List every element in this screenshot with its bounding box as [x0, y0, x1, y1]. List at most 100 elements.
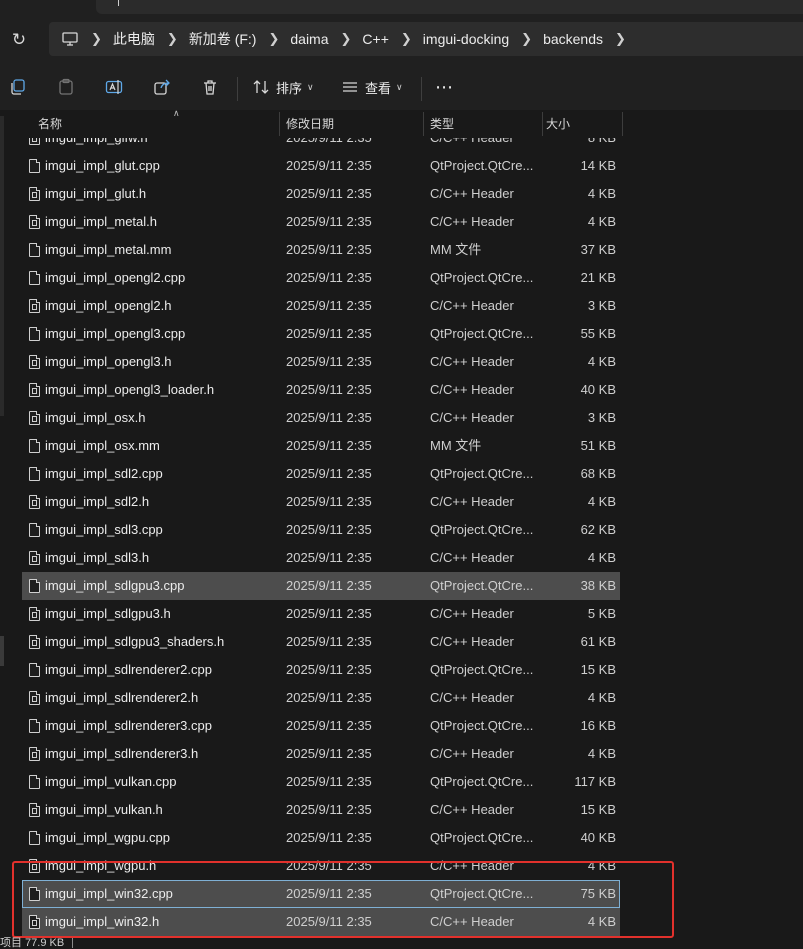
file-icon [29, 747, 40, 761]
breadcrumb-item-backends[interactable]: backends [543, 31, 603, 47]
file-modified: 2025/9/11 2:35 [286, 886, 372, 901]
chevron-right-icon[interactable]: ❯ [91, 31, 102, 47]
breadcrumb-item-cpp[interactable]: C++ [362, 31, 388, 47]
breadcrumb-item-this-pc[interactable]: 此电脑 [113, 29, 155, 49]
file-rows: imgui_impl_glfw.h2025/9/11 2:35C/C++ Hea… [22, 124, 620, 936]
file-modified: 2025/9/11 2:35 [286, 634, 372, 649]
file-row[interactable]: imgui_impl_sdlgpu3.h 2025/9/11 2:35 C/C++ … [22, 600, 620, 628]
address-bar[interactable]: ❯ 此电脑 ❯ 新加卷 (F:) ❯ daima ❯ C++ ❯ imgui-d… [49, 22, 803, 56]
file-size: 4 KB [587, 914, 616, 929]
file-row[interactable]: imgui_impl_sdlgpu3.cpp 2025/9/11 2:35 QtPr… [22, 572, 620, 600]
view-button[interactable]: 查看 ∨ [341, 76, 403, 98]
chevron-right-icon[interactable]: ❯ [521, 31, 532, 47]
file-size: 14 KB [580, 158, 616, 173]
chevron-right-icon[interactable]: ❯ [615, 31, 626, 47]
file-size: 68 KB [580, 466, 616, 481]
chevron-right-icon[interactable]: ❯ [341, 31, 352, 47]
copy-button[interactable] [9, 76, 27, 98]
refresh-icon[interactable]: ↻ [9, 30, 29, 50]
chevron-right-icon[interactable]: ❯ [268, 31, 279, 47]
file-row[interactable]: imgui_impl_sdl2.cpp 2025/9/11 2:35 QtProje… [22, 460, 620, 488]
file-icon [29, 691, 40, 705]
file-row[interactable]: imgui_impl_opengl2.h 2025/9/11 2:35 C/C++ … [22, 292, 620, 320]
file-type: QtProject.QtCre... [430, 886, 534, 901]
file-type: C/C++ Header [430, 382, 514, 397]
file-row[interactable]: imgui_impl_wgpu.h 2025/9/11 2:35 C/C++ Hea… [22, 852, 620, 880]
column-size[interactable]: 大小 [538, 110, 622, 138]
file-row[interactable]: imgui_impl_sdlrenderer2.cpp 2025/9/11 2:3… [22, 656, 620, 684]
file-row[interactable]: imgui_impl_sdl3.cpp 2025/9/11 2:35 QtProje… [22, 516, 620, 544]
file-row[interactable]: imgui_impl_metal.h 2025/9/11 2:35 C/C++ He… [22, 208, 620, 236]
file-name: imgui_impl_vulkan.h [45, 802, 163, 817]
file-icon [29, 663, 40, 677]
column-divider[interactable] [622, 112, 623, 136]
file-row[interactable]: imgui_impl_osx.h 2025/9/11 2:35 C/C++ Head… [22, 404, 620, 432]
breadcrumb-item-volume[interactable]: 新加卷 (F:) [189, 29, 257, 49]
file-modified: 2025/9/11 2:35 [286, 858, 372, 873]
file-name: imgui_impl_glut.h [45, 186, 147, 201]
paste-button[interactable] [57, 76, 75, 98]
file-row[interactable]: imgui_impl_glut.cpp 2025/9/11 2:35 QtProje… [22, 152, 620, 180]
file-row[interactable]: imgui_impl_sdlrenderer2.h 2025/9/11 2:35 C… [22, 684, 620, 712]
column-modified[interactable]: 修改日期 [278, 110, 422, 138]
file-icon [29, 635, 40, 649]
breadcrumb-item-imgui-docking[interactable]: imgui-docking [423, 31, 509, 47]
file-row[interactable]: imgui_impl_sdl3.h 2025/9/11 2:35 C/C++ Hea… [22, 544, 620, 572]
file-size: 4 KB [587, 354, 616, 369]
file-row[interactable]: imgui_impl_sdlrenderer3.cpp 2025/9/11 2:3… [22, 712, 620, 740]
file-row[interactable]: imgui_impl_sdlgpu3_shaders.h 2025/9/11 2:… [22, 628, 620, 656]
chevron-right-icon[interactable]: ❯ [167, 31, 178, 47]
breadcrumb-item-daima[interactable]: daima [290, 31, 328, 47]
file-name: imgui_impl_sdlgpu3.h [45, 606, 171, 621]
more-options-icon[interactable]: ⋯ [435, 76, 454, 98]
file-row[interactable]: imgui_impl_win32.h 2025/9/11 2:35 C/C++ He… [22, 908, 620, 936]
file-type: QtProject.QtCre... [430, 662, 534, 677]
chevron-down-icon: ∨ [307, 81, 314, 92]
sort-button[interactable]: 排序 ∨ [252, 76, 314, 98]
file-icon [29, 467, 40, 481]
file-row[interactable]: imgui_impl_opengl3_loader.h 2025/9/11 2:3… [22, 376, 620, 404]
file-row[interactable]: imgui_impl_wgpu.cpp 2025/9/11 2:35 QtProje… [22, 824, 620, 852]
file-row[interactable]: imgui_impl_glut.h 2025/9/11 2:35 C/C++ Hea… [22, 180, 620, 208]
file-row[interactable]: imgui_impl_opengl3.cpp 2025/9/11 2:35 QtPr… [22, 320, 620, 348]
file-row[interactable]: imgui_impl_vulkan.cpp 2025/9/11 2:35 QtPro… [22, 768, 620, 796]
file-name: imgui_impl_win32.cpp [45, 886, 173, 901]
nav-pane-edge [0, 116, 4, 756]
rename-button[interactable] [105, 76, 123, 98]
file-type: C/C++ Header [430, 802, 514, 817]
file-icon [29, 775, 40, 789]
file-size: 4 KB [587, 214, 616, 229]
file-list: imgui_impl_glfw.h2025/9/11 2:35C/C++ Hea… [0, 110, 803, 947]
file-modified: 2025/9/11 2:35 [286, 214, 372, 229]
file-icon [29, 159, 40, 173]
file-row[interactable]: imgui_impl_metal.mm 2025/9/11 2:35 MM 文件 37… [22, 236, 620, 264]
file-icon [29, 327, 40, 341]
file-row[interactable]: imgui_impl_opengl2.cpp 2025/9/11 2:35 QtPr… [22, 264, 620, 292]
file-size: 4 KB [587, 746, 616, 761]
file-row[interactable]: imgui_impl_vulkan.h 2025/9/11 2:35 C/C++ H… [22, 796, 620, 824]
file-type: C/C++ Header [430, 746, 514, 761]
column-type[interactable]: 类型 [422, 110, 538, 138]
file-type: C/C++ Header [430, 550, 514, 565]
file-modified: 2025/9/11 2:35 [286, 914, 372, 929]
status-bar: 项目 77.9 KB [0, 937, 74, 949]
file-name: imgui_impl_sdl3.cpp [45, 522, 163, 537]
title-bar [0, 0, 803, 14]
computer-icon[interactable] [61, 30, 79, 48]
file-modified: 2025/9/11 2:35 [286, 158, 372, 173]
file-row[interactable]: imgui_impl_opengl3.h 2025/9/11 2:35 C/C++ … [22, 348, 620, 376]
file-modified: 2025/9/11 2:35 [286, 382, 372, 397]
file-row[interactable]: imgui_impl_sdlrenderer3.h 2025/9/11 2:35 C… [22, 740, 620, 768]
column-name[interactable]: 名称 [30, 110, 280, 138]
file-name: imgui_impl_sdl3.h [45, 550, 150, 565]
rename-icon [105, 80, 123, 94]
chevron-right-icon[interactable]: ❯ [401, 31, 412, 47]
share-button[interactable] [153, 76, 171, 98]
file-row[interactable]: imgui_impl_sdl2.h 2025/9/11 2:35 C/C++ Hea… [22, 488, 620, 516]
file-name: imgui_impl_opengl3_loader.h [45, 382, 215, 397]
delete-button[interactable] [201, 76, 219, 98]
file-icon [29, 523, 40, 537]
file-row[interactable]: imgui_impl_win32.cpp 2025/9/11 2:35 QtProj… [22, 880, 620, 908]
file-modified: 2025/9/11 2:35 [286, 298, 372, 313]
file-row[interactable]: imgui_impl_osx.mm 2025/9/11 2:35 MM 文件 51 K… [22, 432, 620, 460]
